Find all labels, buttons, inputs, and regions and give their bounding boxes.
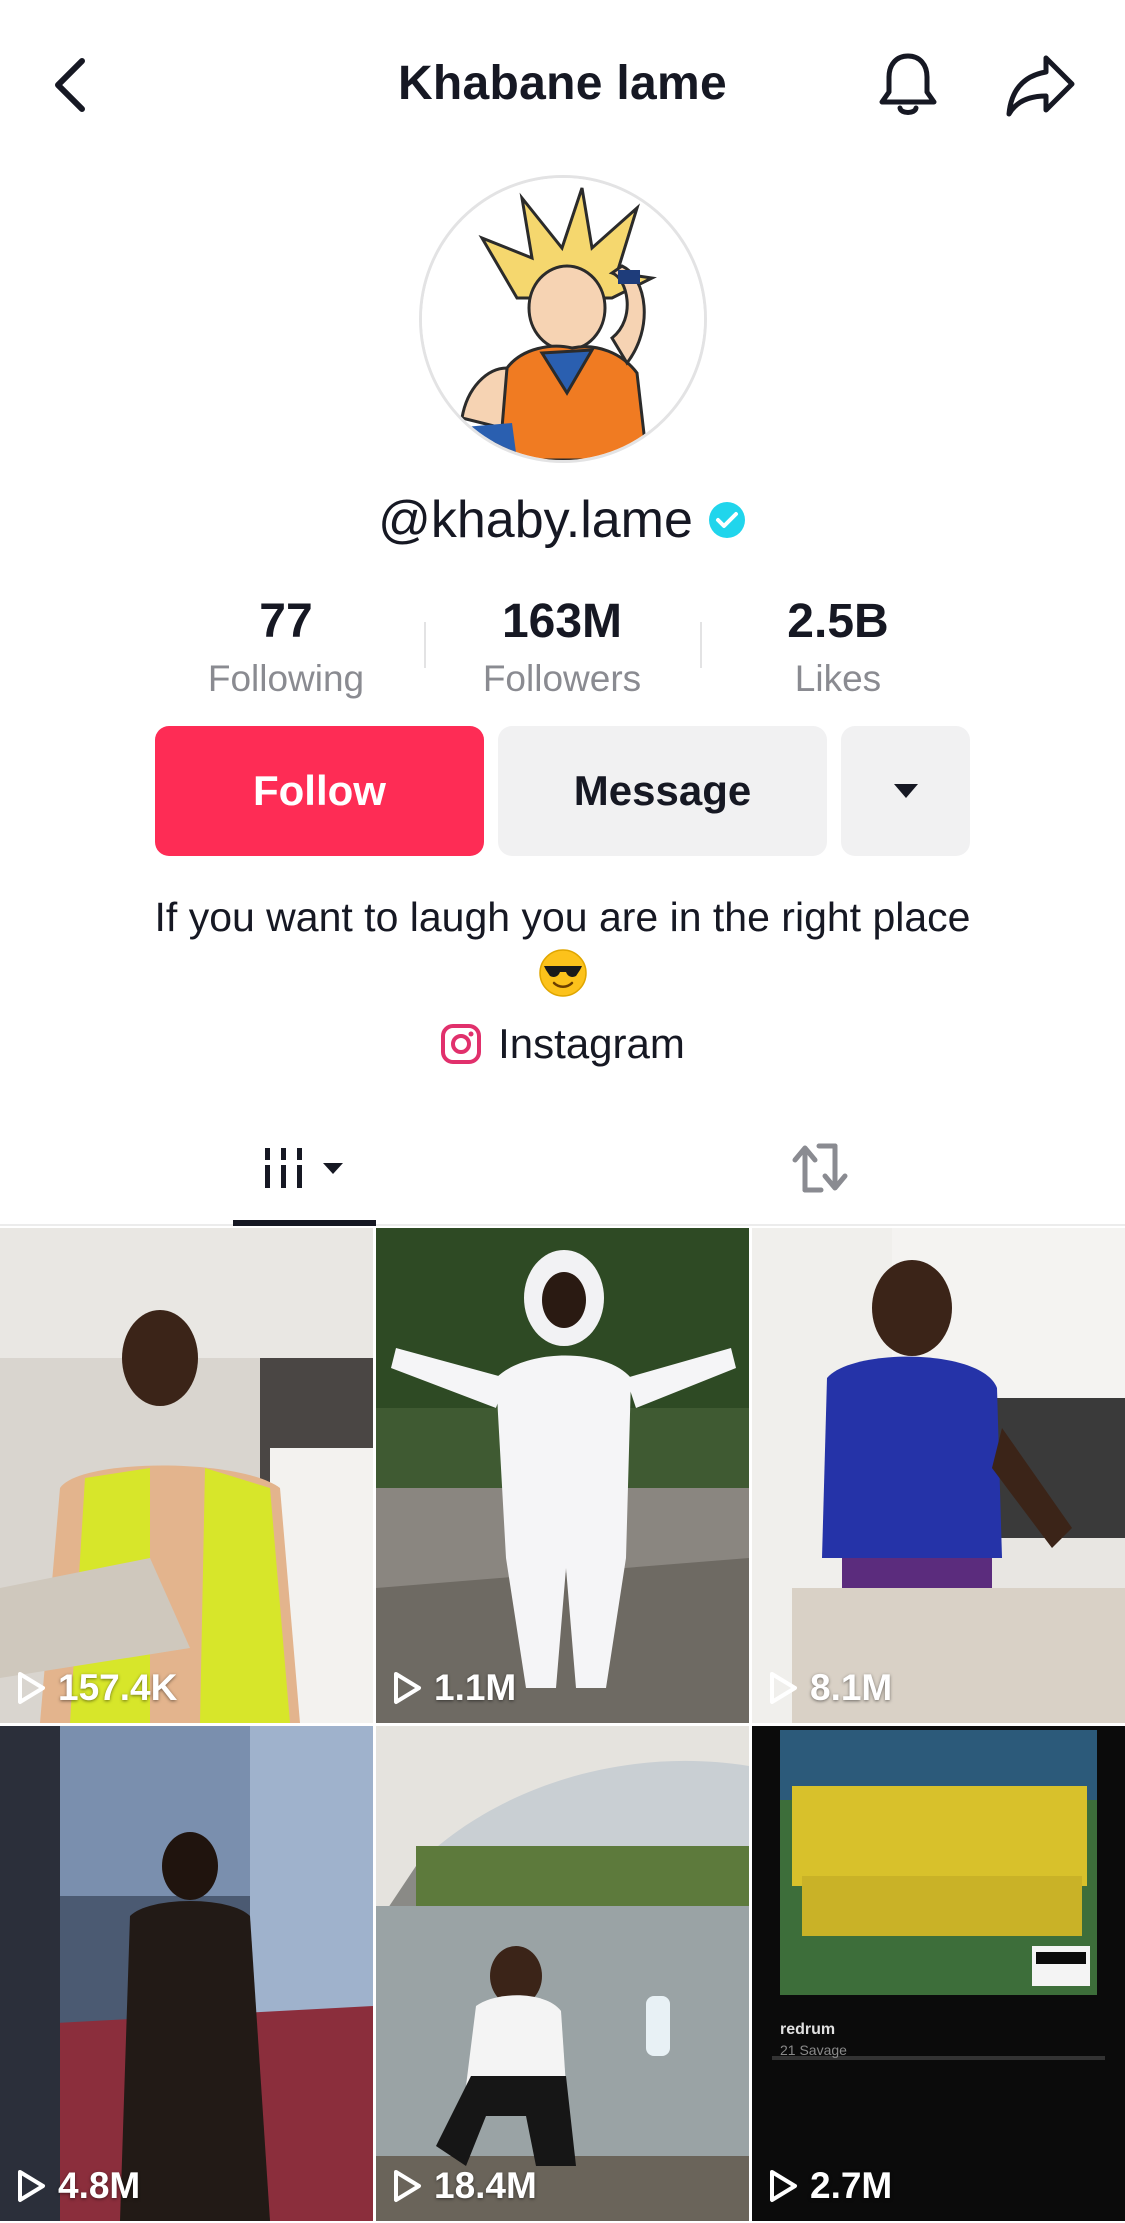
profile-bio: If you want to laugh you are in the righ…	[80, 890, 1045, 1011]
caret-down-icon	[893, 784, 918, 798]
view-count: 157.4K	[16, 1667, 177, 1709]
view-count: 2.7M	[768, 2165, 892, 2207]
tab-reposts[interactable]	[750, 1110, 890, 1226]
view-count: 1.1M	[392, 1667, 516, 1709]
thumbnail-image	[376, 1726, 749, 2221]
notification-bell-button[interactable]	[868, 45, 948, 125]
view-count: 8.1M	[768, 1667, 892, 1709]
grid-videos-icon	[262, 1148, 343, 1188]
stat-value: 2.5B	[787, 595, 889, 648]
stat-label: Followers	[482, 658, 642, 699]
profile-actions: Follow Message	[0, 726, 1125, 856]
stat-following[interactable]: 77 Following	[166, 592, 406, 706]
active-tab-indicator	[233, 1220, 376, 1226]
follow-button[interactable]: Follow	[155, 726, 484, 856]
verified-badge-icon	[708, 502, 745, 538]
play-icon	[394, 2170, 421, 2202]
stat-value: 77	[259, 595, 313, 648]
thumbnail-image	[0, 1726, 373, 2221]
thumbnail-image	[0, 1228, 373, 1723]
more-options-button[interactable]	[841, 726, 970, 856]
video-thumbnail[interactable]: 4.8M	[0, 1726, 373, 2221]
play-icon	[18, 2170, 45, 2202]
view-count-label: 1.1M	[434, 1667, 517, 1708]
view-count-label: 8.1M	[810, 1667, 893, 1708]
video-thumbnail[interactable]: redrum 21 Savage 2.7M	[752, 1726, 1125, 2221]
stat-divider	[424, 622, 426, 668]
page-title: Khabane lame	[397, 57, 728, 110]
username-handle: @khaby.lame	[378, 491, 693, 549]
video-thumbnail[interactable]: 1.1M	[376, 1228, 749, 1723]
tab-videos[interactable]	[233, 1110, 376, 1226]
play-icon	[770, 1672, 797, 1704]
instagram-icon	[441, 1024, 482, 1064]
stat-value: 163M	[501, 595, 623, 648]
track-title: redrum	[780, 2021, 836, 2038]
play-icon	[770, 2170, 797, 2202]
view-count: 4.8M	[16, 2165, 140, 2207]
share-arrow-icon	[1006, 55, 1075, 117]
stat-divider	[700, 622, 702, 668]
profile-stats: 77 Following 163M Followers 2.5B Likes	[0, 592, 1125, 712]
content-tabs	[0, 1110, 1125, 1226]
view-count-label: 2.7M	[810, 2165, 893, 2206]
bio-text: If you want to laugh you are in the righ…	[154, 894, 971, 940]
play-icon	[18, 1672, 45, 1704]
video-thumbnail[interactable]: 8.1M	[752, 1228, 1125, 1723]
view-count-label: 4.8M	[58, 2165, 141, 2206]
link-label: Instagram	[498, 1020, 685, 1067]
share-button[interactable]	[998, 45, 1084, 125]
track-artist: 21 Savage	[780, 2042, 847, 2058]
thumbnail-image	[376, 1228, 749, 1723]
avatar[interactable]	[419, 175, 707, 463]
stat-label: Likes	[794, 658, 882, 699]
view-count: 18.4M	[392, 2165, 537, 2207]
stat-followers[interactable]: 163M Followers	[442, 592, 682, 706]
video-thumbnail[interactable]: 157.4K	[0, 1228, 373, 1723]
view-count-label: 18.4M	[434, 2165, 537, 2206]
play-icon	[394, 1672, 421, 1704]
avatar-illustration	[422, 178, 704, 460]
sunglasses-emoji-icon	[538, 949, 587, 997]
bio-emoji	[538, 948, 588, 1011]
top-bar: Khabane lame	[0, 0, 1125, 175]
stat-likes[interactable]: 2.5B Likes	[718, 592, 958, 706]
video-thumbnail[interactable]: 18.4M	[376, 1726, 749, 2221]
message-button[interactable]: Message	[498, 726, 827, 856]
stat-label: Following	[207, 658, 365, 699]
thumbnail-image	[752, 1726, 1125, 2221]
handle-row: @khaby.lame	[0, 490, 1125, 550]
view-count-label: 157.4K	[58, 1667, 178, 1708]
repost-icon	[792, 1143, 848, 1193]
bell-icon	[879, 53, 937, 115]
thumbnail-image	[752, 1228, 1125, 1723]
instagram-link[interactable]: Instagram	[0, 1020, 1125, 1068]
